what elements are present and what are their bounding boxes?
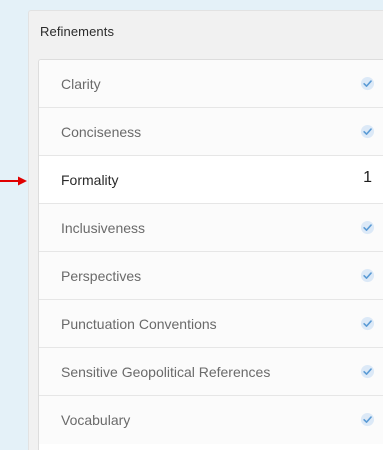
refinement-item-formality[interactable]: Formality 1: [39, 156, 383, 204]
arrow-pointer-icon: [0, 176, 27, 186]
refinement-item-label: Inclusiveness: [61, 220, 146, 236]
check-icon: [360, 268, 375, 283]
refinement-item-label: Formality: [61, 172, 119, 188]
refinement-item-label: Sensitive Geopolitical References: [61, 364, 271, 380]
check-icon: [360, 316, 375, 331]
refinements-list: Clarity Conciseness Formality 1 Inclusiv…: [38, 59, 383, 450]
refinements-panel: Refinements Clarity Conciseness Formalit…: [28, 10, 383, 450]
check-icon: [360, 124, 375, 139]
check-icon: [360, 220, 375, 235]
refinement-item-vocabulary[interactable]: Vocabulary: [39, 396, 383, 444]
refinement-item-label: Vocabulary: [61, 412, 131, 428]
refinement-item-label: Clarity: [61, 76, 101, 92]
check-icon: [360, 412, 375, 427]
issue-count: 1: [363, 169, 372, 186]
screen: Refinements Clarity Conciseness Formalit…: [0, 0, 383, 450]
refinement-item-conciseness[interactable]: Conciseness: [39, 108, 383, 156]
check-icon: [360, 364, 375, 379]
refinement-item-label: Conciseness: [61, 124, 142, 140]
check-icon: [360, 76, 375, 91]
refinement-item-label: Perspectives: [61, 268, 142, 284]
panel-title: Refinements: [40, 24, 115, 39]
refinement-item-label: Punctuation Conventions: [61, 316, 217, 332]
refinement-item-clarity[interactable]: Clarity: [39, 60, 383, 108]
refinement-item-inclusiveness[interactable]: Inclusiveness: [39, 204, 383, 252]
refinement-item-perspectives[interactable]: Perspectives: [39, 252, 383, 300]
refinement-item-sensitive-geopolitical-references[interactable]: Sensitive Geopolitical References: [39, 348, 383, 396]
refinement-item-punctuation-conventions[interactable]: Punctuation Conventions: [39, 300, 383, 348]
